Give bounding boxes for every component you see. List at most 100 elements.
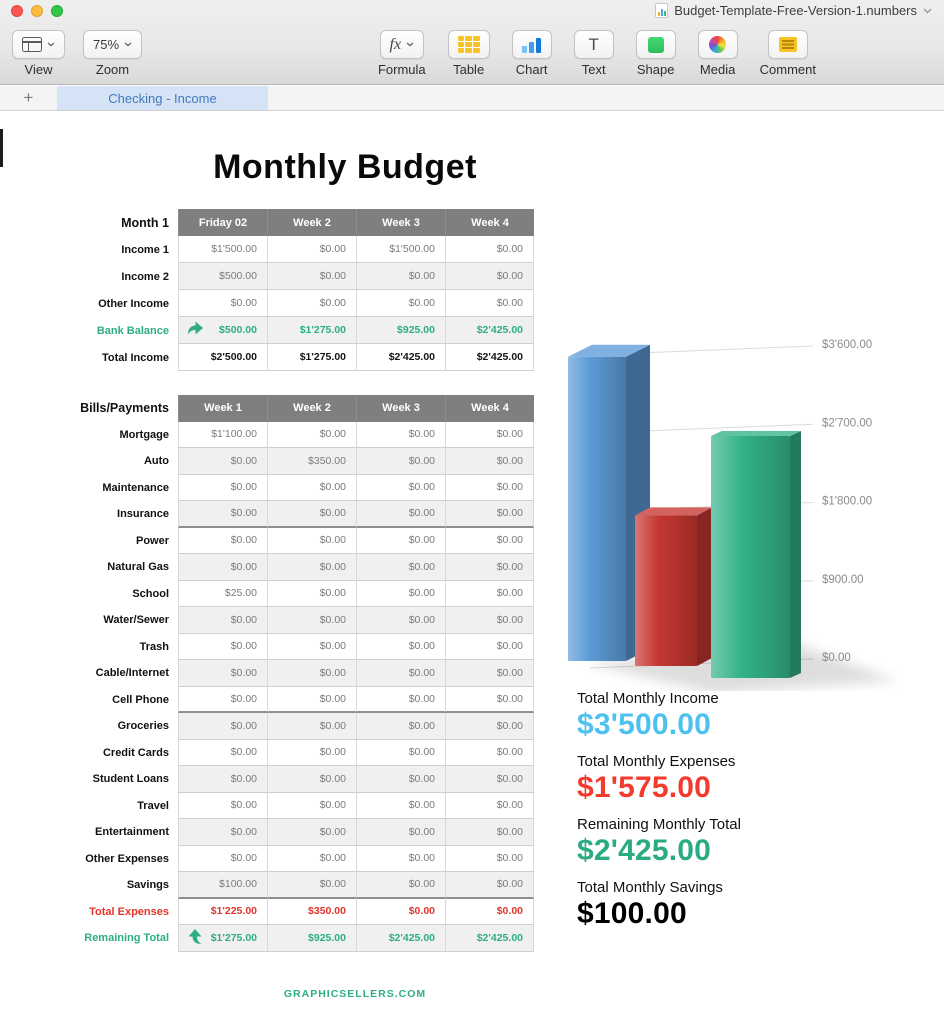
cell[interactable]: $0.00 — [356, 475, 445, 502]
cell[interactable]: $0.00 — [267, 581, 356, 608]
row-label[interactable]: Auto — [0, 448, 178, 475]
tab-checking-income[interactable]: Checking - Income — [57, 86, 268, 110]
cell[interactable]: $0.00 — [178, 660, 267, 687]
cell[interactable]: $350.00 — [267, 448, 356, 475]
table-button[interactable]: Table — [448, 30, 490, 77]
window-title[interactable]: Budget-Template-Free-Version-1.numbers — [655, 3, 932, 18]
cell[interactable]: $0.00 — [445, 899, 534, 926]
media-button[interactable]: Media — [698, 30, 738, 77]
cell[interactable]: $2'425.00 — [445, 925, 534, 952]
cell[interactable]: $0.00 — [356, 554, 445, 581]
cell[interactable]: $0.00 — [178, 846, 267, 873]
row-label[interactable]: Water/Sewer — [0, 607, 178, 634]
column-header[interactable]: Week 1 — [178, 395, 267, 422]
add-sheet-button[interactable]: + — [0, 86, 57, 110]
cell[interactable]: $0.00 — [356, 501, 445, 528]
row-label[interactable]: Total Expenses — [0, 899, 178, 926]
cell[interactable]: $0.00 — [267, 554, 356, 581]
cell[interactable]: $0.00 — [267, 528, 356, 555]
cell[interactable]: $0.00 — [356, 740, 445, 767]
chart-bar-2[interactable] — [711, 431, 801, 678]
cell[interactable]: $0.00 — [356, 263, 445, 290]
cell[interactable]: $0.00 — [445, 740, 534, 767]
cell[interactable]: $0.00 — [178, 634, 267, 661]
cell[interactable]: $0.00 — [267, 766, 356, 793]
cell[interactable]: $0.00 — [445, 448, 534, 475]
cell[interactable]: $0.00 — [178, 766, 267, 793]
row-label[interactable]: Groceries — [0, 713, 178, 740]
cell[interactable]: $0.00 — [356, 634, 445, 661]
cell[interactable]: $0.00 — [267, 422, 356, 449]
cell[interactable]: $0.00 — [445, 634, 534, 661]
cell[interactable]: $925.00 — [356, 317, 445, 344]
cell[interactable]: $0.00 — [445, 607, 534, 634]
cell[interactable]: $0.00 — [445, 687, 534, 714]
cell[interactable]: $0.00 — [445, 846, 534, 873]
row-label[interactable]: Maintenance — [0, 475, 178, 502]
cell[interactable]: $0.00 — [445, 422, 534, 449]
formula-button[interactable]: fx Formula — [378, 30, 426, 77]
shape-button[interactable]: Shape — [636, 30, 676, 77]
cell[interactable]: $0.00 — [356, 819, 445, 846]
close-button[interactable] — [11, 5, 23, 17]
cell[interactable]: $0.00 — [178, 793, 267, 820]
cell[interactable]: $0.00 — [445, 793, 534, 820]
cell[interactable]: $2'425.00 — [445, 344, 534, 371]
row-label[interactable]: Bank Balance — [0, 317, 178, 344]
cell[interactable]: $0.00 — [267, 713, 356, 740]
cell[interactable]: $0.00 — [178, 448, 267, 475]
cell[interactable]: $0.00 — [445, 713, 534, 740]
cell[interactable]: $0.00 — [178, 607, 267, 634]
cell[interactable]: $1'100.00 — [178, 422, 267, 449]
cell[interactable]: $0.00 — [445, 263, 534, 290]
column-header[interactable]: Week 4 — [445, 395, 534, 422]
cell[interactable]: $0.00 — [445, 819, 534, 846]
zoom-control[interactable]: 75% Zoom — [83, 30, 142, 77]
summary-item[interactable]: Total Monthly Savings $100.00 — [577, 879, 741, 931]
cell[interactable]: $500.00 — [178, 263, 267, 290]
cell[interactable]: $0.00 — [178, 501, 267, 528]
cell[interactable]: $0.00 — [178, 528, 267, 555]
column-header[interactable]: Week 2 — [267, 209, 356, 236]
cell[interactable]: $0.00 — [267, 872, 356, 899]
cell[interactable]: $1'500.00 — [178, 236, 267, 263]
cell[interactable]: $0.00 — [356, 846, 445, 873]
cell[interactable]: $1'275.00 — [267, 344, 356, 371]
row-label[interactable]: Mortgage — [0, 422, 178, 449]
cell[interactable]: $0.00 — [356, 766, 445, 793]
cell[interactable]: $0.00 — [267, 740, 356, 767]
row-label[interactable]: Cell Phone — [0, 687, 178, 714]
cell[interactable]: $2'500.00 — [178, 344, 267, 371]
row-label[interactable]: Other Expenses — [0, 846, 178, 873]
cell[interactable]: $0.00 — [178, 554, 267, 581]
cell[interactable]: $0.00 — [267, 846, 356, 873]
row-label[interactable]: Insurance — [0, 501, 178, 528]
column-header[interactable]: Week 3 — [356, 395, 445, 422]
cell[interactable]: $0.00 — [178, 819, 267, 846]
row-label[interactable]: Remaining Total — [0, 925, 178, 952]
summary-item[interactable]: Remaining Monthly Total $2'425.00 — [577, 816, 741, 868]
zoom-window-button[interactable] — [51, 5, 63, 17]
cell[interactable]: $0.00 — [267, 819, 356, 846]
cell[interactable]: $0.00 — [356, 607, 445, 634]
cell[interactable]: $0.00 — [267, 660, 356, 687]
cell[interactable]: $0.00 — [356, 290, 445, 317]
budget-3d-chart[interactable]: $3'600.00$2'700.00$1'800.00$900.00$0.00 — [550, 325, 944, 691]
cell[interactable]: $0.00 — [356, 899, 445, 926]
column-header[interactable]: Week 4 — [445, 209, 534, 236]
cell[interactable]: $0.00 — [267, 607, 356, 634]
cell[interactable]: $0.00 — [356, 713, 445, 740]
cell[interactable]: $0.00 — [267, 263, 356, 290]
cell[interactable]: $2'425.00 — [356, 925, 445, 952]
cell[interactable]: $0.00 — [445, 236, 534, 263]
cell[interactable]: $350.00 — [267, 899, 356, 926]
cell[interactable]: $0.00 — [356, 448, 445, 475]
row-label[interactable]: Entertainment — [0, 819, 178, 846]
row-label[interactable]: Student Loans — [0, 766, 178, 793]
cell[interactable]: $0.00 — [445, 872, 534, 899]
minimize-button[interactable] — [31, 5, 43, 17]
row-label[interactable]: Savings — [0, 872, 178, 899]
cell[interactable]: $500.00 — [178, 317, 267, 344]
cell[interactable]: $100.00 — [178, 872, 267, 899]
summary-item[interactable]: Total Monthly Income $3'500.00 — [577, 690, 741, 742]
